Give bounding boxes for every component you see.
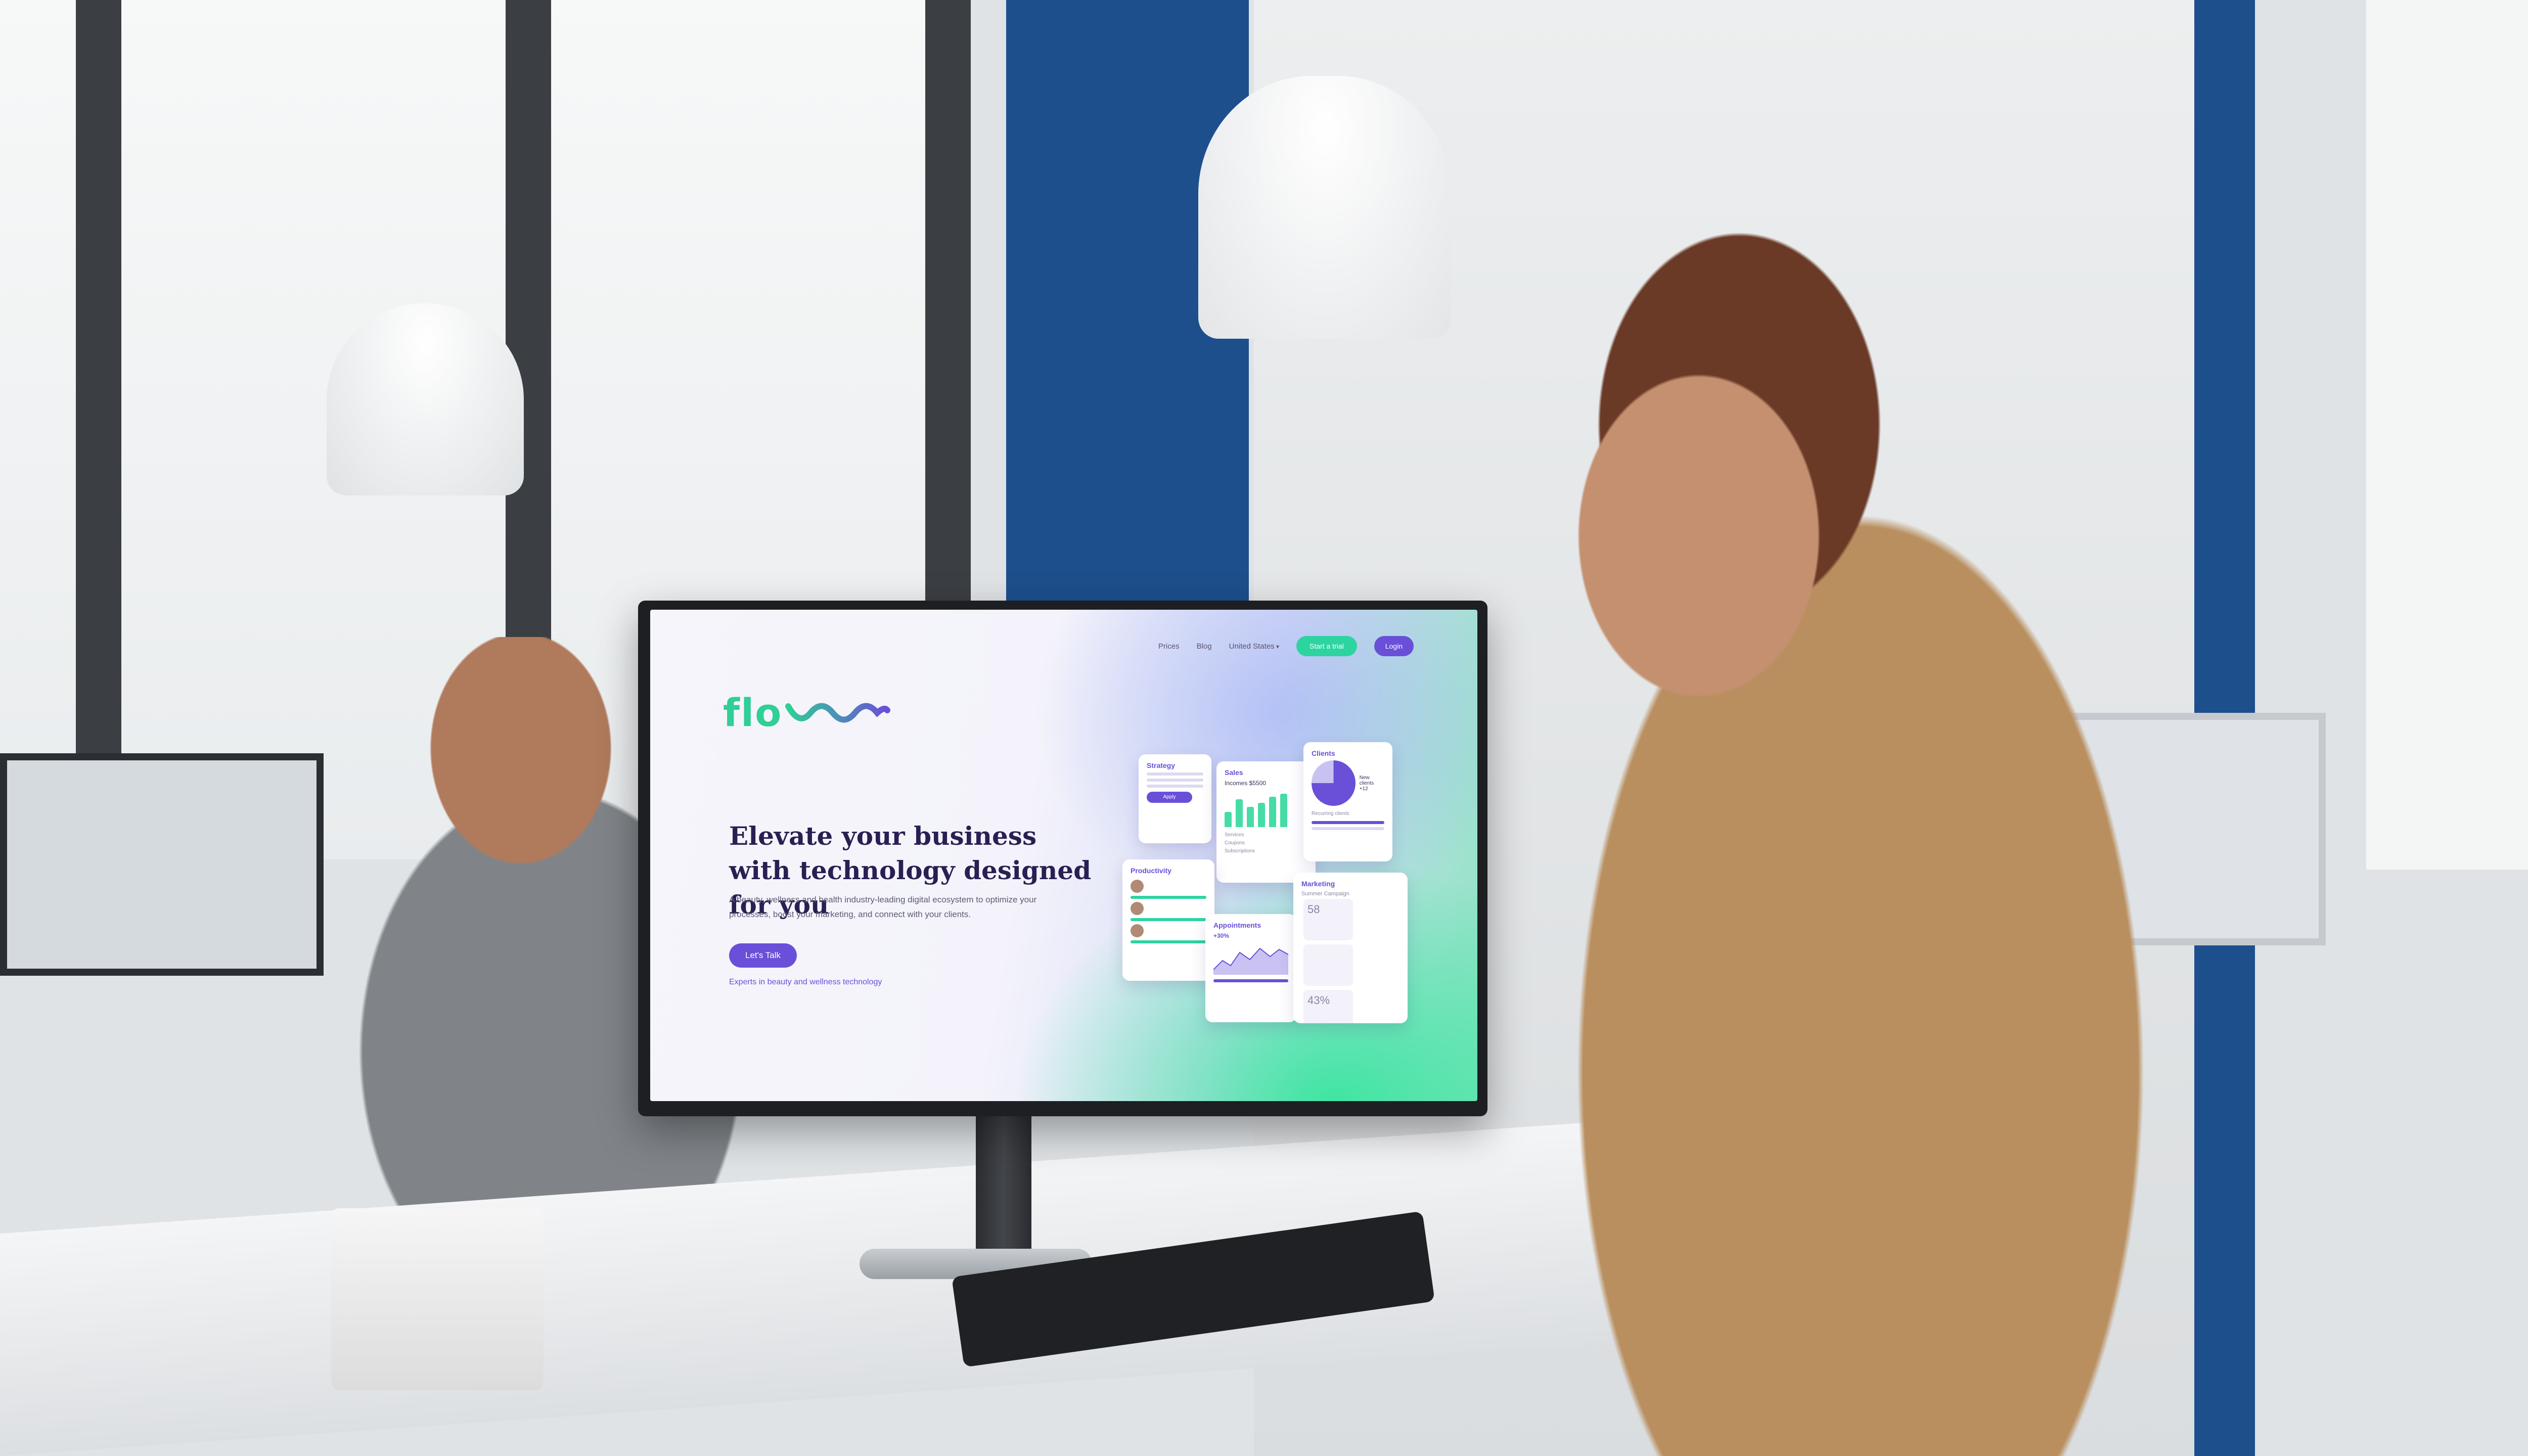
legend-item: Coupons [1225,840,1245,846]
avatar [1131,880,1144,893]
staff-row [1131,880,1206,893]
productivity-card: Productivity [1122,859,1214,981]
pendant-lamp [1198,76,1451,339]
staff-row [1131,902,1206,915]
new-clients-label: New clients [1359,775,1374,786]
sales-bar [1269,797,1276,827]
appointments-value: +30% [1213,932,1230,939]
monitor-screen: Prices Blog United States Start a trial … [650,610,1477,1101]
campaign-name: Summer Campaign [1301,891,1349,897]
hero-description: A beauty, wellness and health industry-l… [729,895,1037,919]
appointments-area-chart [1213,947,1289,975]
card-title: Strategy [1147,761,1176,769]
legend-item: Subscriptions [1225,848,1255,854]
nav-prices-link[interactable]: Prices [1158,642,1180,651]
wave-logo-icon [785,703,891,723]
progress-line [1131,896,1206,899]
marketing-card: Marketing Summer Campaign 58 43% [1293,873,1408,1023]
placeholder-line [1312,827,1384,830]
placeholder-line [1147,785,1203,788]
monitor-stand [976,1110,1031,1261]
placeholder-line [1147,779,1203,782]
progress-line [1131,940,1206,943]
apply-button[interactable]: Apply [1147,792,1192,803]
office-scene: Prices Blog United States Start a trial … [0,0,2528,1456]
flow-logo[interactable]: flo [723,690,891,735]
appointments-card: Appointments +30% [1205,914,1296,1022]
staff-row [1131,924,1206,937]
card-title: Clients [1312,749,1335,757]
nav-blog-link[interactable]: Blog [1197,642,1212,651]
logo-wordmark: flo [723,690,783,735]
clients-pie [1312,760,1356,806]
stat-box: 43% [1303,990,1353,1023]
sales-bar [1258,803,1265,827]
stat-box: 58 [1303,899,1353,940]
placeholder-line [1213,979,1288,982]
income-label: Incomes $5500 [1225,780,1267,787]
progress-line [1131,918,1206,921]
sales-bar [1280,794,1287,827]
sales-bar [1236,799,1243,827]
background-monitor [0,753,324,976]
card-title: Productivity [1131,867,1171,875]
sales-bar [1225,812,1232,827]
tagline-link[interactable]: Experts in beauty and wellness technolog… [729,978,882,987]
new-clients-value: +12 [1359,786,1368,792]
sales-bar [1247,807,1254,827]
placeholder-line [1147,772,1203,776]
marketing-stats: 58 43% [1301,897,1400,1023]
start-trial-button[interactable]: Start a trial [1296,636,1357,656]
card-title: Marketing [1301,880,1335,888]
stat-box [1303,944,1353,986]
sales-bars [1225,792,1307,827]
country-selector[interactable]: United States [1229,642,1279,651]
stat-value: 58 [1307,903,1320,916]
recurring-label: Recurring clients [1312,811,1349,816]
sales-legend: Services Coupons Subscriptions [1225,831,1307,855]
avatar [1131,902,1144,915]
lets-talk-button[interactable]: Let's Talk [729,943,797,968]
new-clients: New clients +12 [1360,775,1384,792]
card-title: Appointments [1213,921,1261,929]
pen-holder [331,1208,544,1390]
woman-at-desk [1456,212,2164,1456]
avatar [1131,924,1144,937]
clients-row: New clients +12 [1312,760,1384,806]
clients-card: Clients New clients +12 Recurring client… [1303,742,1392,861]
right-window [2366,0,2528,870]
top-nav: Prices Blog United States Start a trial … [1158,636,1414,656]
login-button[interactable]: Login [1374,636,1414,656]
pendant-lamp [327,303,524,495]
sales-card: Sales Incomes $5500 Services Coupons Sub… [1216,761,1316,883]
stat-value: 43% [1307,994,1330,1007]
placeholder-line [1312,821,1384,824]
legend-item: Services [1225,832,1244,838]
card-title: Sales [1225,768,1243,777]
strategy-card: Strategy Apply [1139,754,1211,843]
